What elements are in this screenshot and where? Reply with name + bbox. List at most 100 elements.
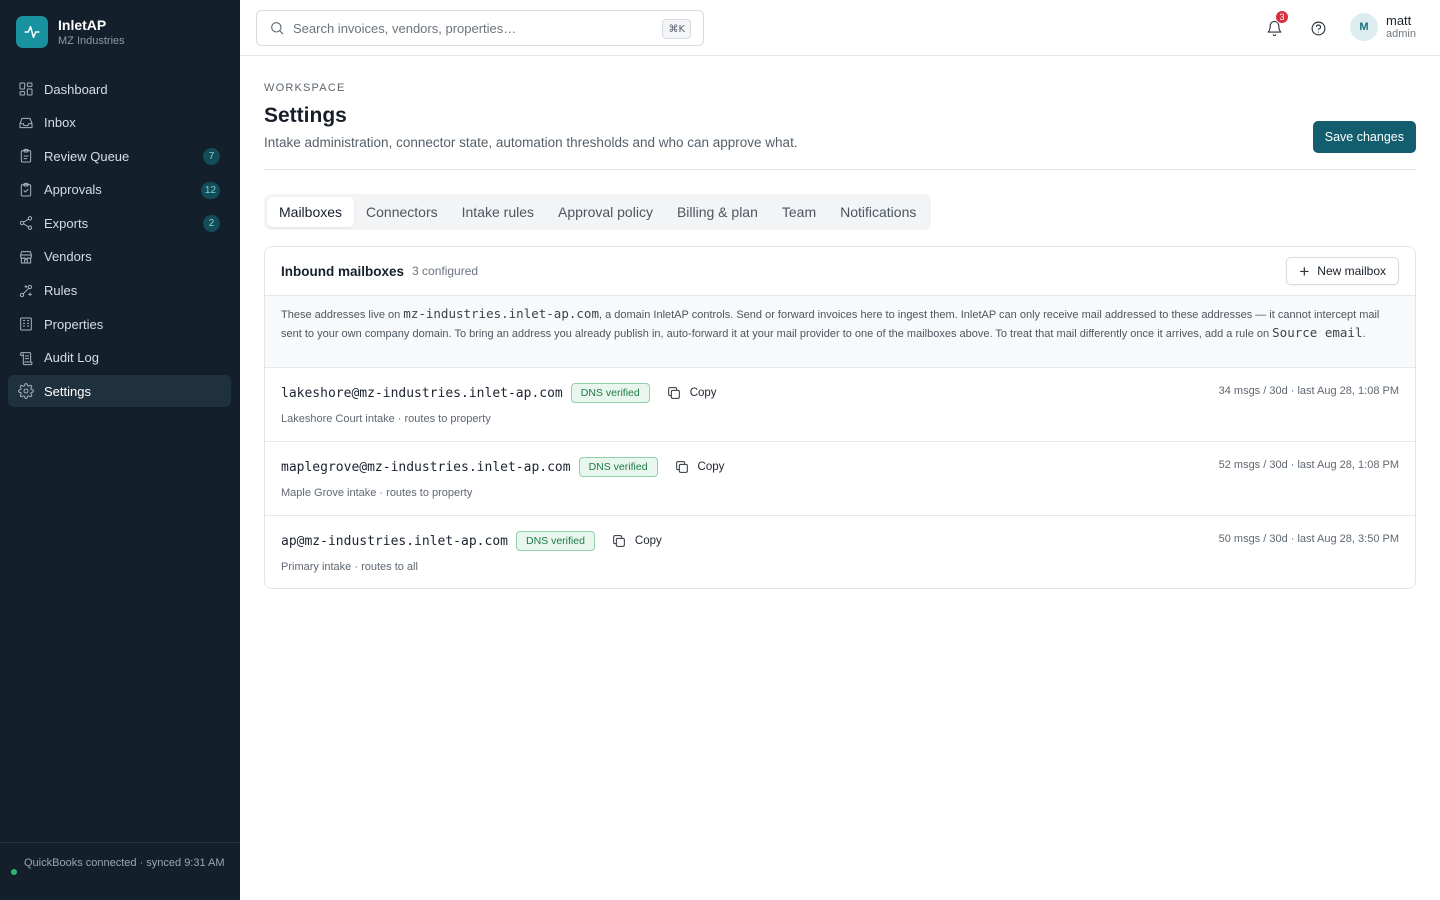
mailbox-stats: 52 msgs / 30d · last Aug 28, 1:08 PM — [1218, 459, 1399, 471]
user-role: admin — [1386, 28, 1416, 40]
mailbox-description: Primary intake · routes to all — [281, 561, 418, 573]
sidebar-item-label: Audit Log — [44, 350, 99, 366]
tab-approval-policy[interactable]: Approval policy — [546, 197, 665, 227]
pulse-icon — [16, 16, 48, 48]
sidebar-item-label: Settings — [44, 383, 91, 399]
building-icon — [20, 317, 32, 331]
share-icon — [19, 216, 33, 231]
sidebar: InletAP MZ Industries Dashboard Inbox Re… — [0, 0, 240, 900]
tab-team[interactable]: Team — [770, 197, 828, 227]
copy-button[interactable]: Copy — [611, 533, 662, 549]
inbox-icon — [19, 117, 33, 128]
tab-notifications[interactable]: Notifications — [828, 197, 928, 227]
mailbox-address: ap@mz-industries.inlet-ap.com — [281, 533, 508, 549]
mailboxes-header: Inbound mailboxes 3 configured + New mai… — [265, 247, 1415, 296]
search-icon — [271, 22, 284, 35]
workflow-icon — [19, 284, 33, 297]
notifications-button[interactable]: 3 — [1262, 10, 1289, 40]
brand[interactable]: InletAP MZ Industries — [16, 16, 125, 48]
clipboard-check-icon — [20, 182, 32, 197]
user-name: matt — [1386, 13, 1412, 28]
status-badge: DNS verified — [515, 531, 595, 551]
copy-icon — [675, 461, 688, 473]
new-mailbox-button[interactable]: + New mailbox — [1286, 257, 1399, 285]
user-menu[interactable]: M matt admin — [1350, 13, 1416, 41]
settings-tabs: Mailboxes Connectors Intake rules Approv… — [264, 194, 932, 230]
info-text: These addresses live on — [281, 309, 404, 321]
mailbox-description: Lakeshore Court intake · routes to prope… — [281, 413, 491, 425]
sidebar-item-label: Review Queue — [44, 148, 130, 164]
mailboxes-card: Inbound mailboxes 3 configured + New mai… — [264, 246, 1416, 589]
sidebar-item-dashboard[interactable]: Dashboard — [8, 73, 231, 105]
mailbox-row: lakeshore@mz-industries.inlet-ap.com DNS… — [265, 368, 1415, 442]
sidebar-item-label: Inbox — [44, 115, 76, 131]
gear-icon — [18, 383, 34, 400]
sidebar-item-label: Exports — [44, 215, 89, 231]
help-icon — [1311, 21, 1325, 35]
tab-intake-rules[interactable]: Intake rules — [450, 197, 546, 227]
copy-label: Copy — [634, 535, 662, 547]
copy-label: Copy — [689, 387, 717, 399]
intake-domain: mz-industries.inlet-ap.com — [403, 306, 599, 321]
copy-button[interactable]: Copy — [674, 459, 724, 475]
sidebar-item-audit-log[interactable]: Audit Log — [8, 342, 231, 374]
sidebar-item-rules[interactable]: Rules — [8, 275, 231, 307]
help-button[interactable] — [1306, 16, 1330, 40]
approvals-badge: 12 — [200, 181, 220, 199]
search-box[interactable]: ⌘K — [256, 10, 704, 46]
avatar: M — [1350, 13, 1378, 41]
scroll-icon — [20, 351, 33, 365]
save-changes-button[interactable]: Save changes — [1312, 121, 1416, 153]
mailbox-stats: 50 msgs / 30d · last Aug 28, 3:50 PM — [1218, 533, 1399, 545]
sidebar-item-exports[interactable]: Exports 2 — [8, 207, 231, 239]
mailboxes-title: Inbound mailboxes — [281, 263, 405, 279]
status-badge: DNS verified — [578, 457, 658, 477]
status-badge: DNS verified — [570, 383, 650, 403]
sidebar-item-properties[interactable]: Properties — [8, 308, 231, 340]
topbar: ⌘K 3 M matt admin — [240, 0, 1440, 56]
sidebar-item-label: Rules — [44, 283, 78, 299]
mailboxes-info: These addresses live on mz-industries.in… — [265, 296, 1415, 368]
page-eyebrow: WORKSPACE — [264, 82, 346, 94]
sidebar-item-settings[interactable]: Settings — [8, 375, 231, 408]
sidebar-item-inbox[interactable]: Inbox — [8, 107, 231, 139]
sidebar-item-vendors[interactable]: Vendors — [8, 241, 231, 273]
search-shortcut: ⌘K — [662, 19, 691, 39]
mailbox-row: ap@mz-industries.inlet-ap.com DNS verifi… — [265, 516, 1415, 588]
mailbox-address: lakeshore@mz-industries.inlet-ap.com — [281, 385, 563, 401]
sidebar-item-approvals[interactable]: Approvals 12 — [8, 174, 231, 206]
info-text: . — [1362, 328, 1366, 340]
sidebar-nav: Dashboard Inbox Review Queue 7 Approvals… — [8, 73, 231, 409]
mailbox-address: maplegrove@mz-industries.inlet-ap.com — [281, 459, 571, 475]
tab-connectors[interactable]: Connectors — [354, 197, 450, 227]
sync-status-text: QuickBooks connected · synced 9:31 AM — [24, 857, 225, 869]
exports-badge: 2 — [203, 215, 220, 233]
store-icon — [20, 251, 32, 264]
brand-name: InletAP — [58, 17, 107, 33]
copy-button[interactable]: Copy — [666, 385, 717, 401]
dashboard-icon — [19, 82, 33, 96]
brand-org: MZ Industries — [58, 35, 125, 47]
copy-icon — [613, 535, 625, 547]
mailbox-description: Maple Grove intake · routes to property — [281, 487, 473, 499]
sidebar-item-label: Approvals — [44, 182, 102, 198]
plus-icon: + — [1299, 261, 1310, 281]
tab-billing-plan[interactable]: Billing & plan — [665, 197, 770, 227]
notification-count: 3 — [1275, 10, 1289, 24]
sidebar-item-label: Dashboard — [44, 81, 108, 97]
sync-status: QuickBooks connected · synced 9:31 AM — [0, 842, 240, 900]
sidebar-item-label: Vendors — [44, 249, 92, 265]
tab-mailboxes[interactable]: Mailboxes — [267, 197, 355, 227]
copy-icon — [667, 387, 680, 399]
clipboard-icon — [20, 149, 32, 163]
new-mailbox-label: New mailbox — [1317, 264, 1386, 278]
rule-field: Source email — [1272, 325, 1363, 340]
mailbox-row: maplegrove@mz-industries.inlet-ap.com DN… — [265, 442, 1415, 516]
divider — [264, 169, 1416, 170]
mailbox-stats: 34 msgs / 30d · last Aug 28, 1:08 PM — [1218, 385, 1399, 397]
page-subtitle: Intake administration, connector state, … — [264, 135, 798, 150]
sidebar-item-review-queue[interactable]: Review Queue 7 — [8, 140, 231, 172]
sidebar-item-label: Properties — [44, 316, 104, 332]
search-input[interactable] — [293, 20, 653, 36]
review-queue-badge: 7 — [203, 148, 220, 166]
